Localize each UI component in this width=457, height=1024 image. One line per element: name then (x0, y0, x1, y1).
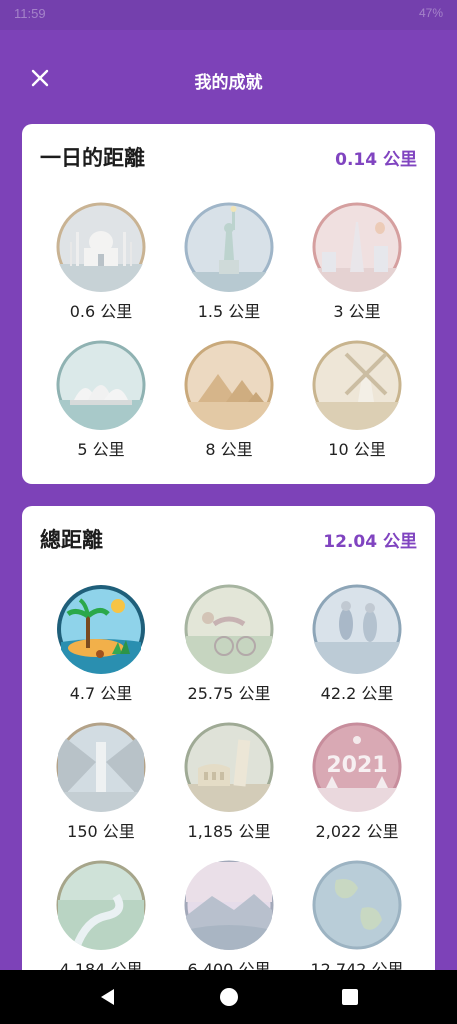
badge-windmill[interactable]: 10 公里 (292, 340, 422, 460)
recents-button[interactable] (340, 987, 360, 1007)
mountain-icon (184, 860, 274, 950)
total-distance-value: 12.04 公里 (323, 532, 417, 552)
badge-island[interactable]: 4.7 公里 (36, 584, 166, 704)
badge-label: 3 公里 (333, 302, 381, 321)
sydney-opera-house-icon (56, 340, 146, 430)
river-icon (56, 860, 146, 950)
windmill-icon (312, 340, 402, 430)
navigation-bar (0, 970, 457, 1024)
total-distance-title: 總距離 (40, 528, 103, 552)
daily-distance-title: 一日的距離 (40, 146, 145, 170)
badge-label: 42.2 公里 (320, 684, 394, 703)
cyclist-icon (184, 584, 274, 674)
badge-label: 150 公里 (67, 822, 135, 841)
battery-level: 47% (418, 6, 443, 20)
island-icon (57, 585, 145, 674)
status-bar: 11:59 47% (0, 0, 457, 30)
status-time: 11:59 (14, 6, 46, 21)
eiffel-tower-icon (312, 202, 402, 292)
badge-rome[interactable]: 1,185 公里 (164, 722, 294, 842)
back-icon (101, 989, 114, 1005)
daily-distance-value: 0.14 公里 (335, 150, 417, 170)
badge-label: 0.6 公里 (69, 302, 133, 321)
pyramids-icon (184, 340, 274, 430)
app-header: 我的成就 (0, 30, 457, 124)
colosseum-icon (184, 722, 274, 812)
badge-year-2021[interactable]: 2021 2,022 公里 (292, 722, 422, 842)
badge-label: 25.75 公里 (187, 684, 271, 703)
badge-taj-mahal[interactable]: 0.6 公里 (36, 202, 166, 322)
badge-cave[interactable]: 150 公里 (36, 722, 166, 842)
badge-label: 1.5 公里 (197, 302, 261, 321)
home-button[interactable] (219, 987, 239, 1007)
runner-icon (312, 584, 402, 674)
badge-label: 4.7 公里 (69, 684, 133, 703)
badge-pyramids[interactable]: 8 公里 (164, 340, 294, 460)
badge-label: 5 公里 (77, 440, 125, 459)
badge-mountains[interactable]: 6,400 公里 (164, 860, 294, 980)
recents-icon (342, 989, 358, 1005)
badge-eiffel-tower[interactable]: 3 公里 (292, 202, 422, 322)
taj-mahal-icon (56, 202, 146, 292)
total-distance-card: 總距離 12.04 公里 4.7 公里 25.75 公里 42.2 公里 150… (22, 506, 435, 986)
badge-river[interactable]: 4,184 公里 (36, 860, 166, 980)
badge-label: 2,022 公里 (315, 822, 399, 841)
badge-label: 8 公里 (205, 440, 253, 459)
badge-sydney-opera-house[interactable]: 5 公里 (36, 340, 166, 460)
earth-icon (312, 860, 402, 950)
statue-of-liberty-icon (184, 202, 274, 292)
badge-cyclists[interactable]: 25.75 公里 (164, 584, 294, 704)
cave-icon (56, 722, 146, 812)
badge-label: 10 公里 (328, 440, 386, 459)
year-text: 2021 (326, 753, 387, 778)
badge-earth[interactable]: 12,742 公里 (292, 860, 422, 980)
home-icon (220, 988, 238, 1006)
badge-label: 1,185 公里 (187, 822, 271, 841)
back-button[interactable] (98, 987, 118, 1007)
badge-statue-of-liberty[interactable]: 1.5 公里 (164, 202, 294, 322)
new-year-icon: 2021 (312, 722, 402, 812)
daily-distance-card: 一日的距離 0.14 公里 0.6 公里 1.5 公里 3 公里 5 公里 8 … (22, 124, 435, 484)
page-title: 我的成就 (194, 73, 263, 93)
badge-runners[interactable]: 42.2 公里 (292, 584, 422, 704)
